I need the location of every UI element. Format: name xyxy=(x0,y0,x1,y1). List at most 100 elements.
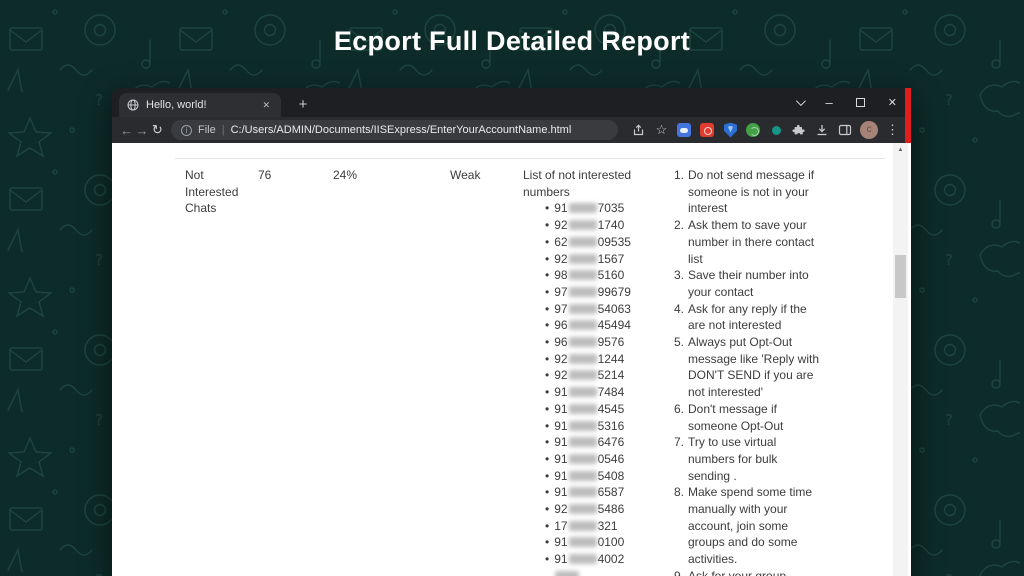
side-panel-icon[interactable] xyxy=(837,122,854,139)
phone-prefix: 91 xyxy=(554,469,567,483)
blurred-digits xyxy=(569,320,597,330)
bullet-icon: • xyxy=(545,201,549,215)
phone-prefix: 62 xyxy=(554,235,567,249)
phone-number-item: •9754063 xyxy=(523,301,668,318)
phone-suffix: 4002 xyxy=(598,552,625,566)
phone-prefix: 91 xyxy=(554,485,567,499)
bullet-icon: • xyxy=(545,535,549,549)
phone-prefix: 91 xyxy=(554,201,567,215)
url-separator: | xyxy=(222,124,225,136)
phone-number-item: •916476 xyxy=(523,434,668,451)
reload-icon[interactable]: ↻ xyxy=(151,122,164,138)
tip-number: 1. xyxy=(668,167,684,217)
tip-item: 1.Do not send message if someone is not … xyxy=(668,167,820,217)
extensions-puzzle-icon[interactable] xyxy=(791,122,808,139)
browser-tab[interactable]: Hello, world! ✕ xyxy=(119,93,281,117)
bullet-icon: • xyxy=(545,419,549,433)
table-row: Not Interested Chats 76 24% Weak List of… xyxy=(185,167,820,576)
tip-number: 9. xyxy=(668,568,684,576)
extension-icon-red[interactable] xyxy=(699,122,716,139)
tip-text: Don't message if someone Opt-Out xyxy=(688,401,820,434)
tab-close-icon[interactable]: ✕ xyxy=(259,98,273,113)
url-path: C:/Users/ADMIN/Documents/IISExpress/Ente… xyxy=(231,124,572,136)
tip-item: 4.Ask for any reply if the are not inter… xyxy=(668,301,820,334)
address-bar[interactable]: i File | C:/Users/ADMIN/Documents/IISExp… xyxy=(171,120,618,140)
tab-title: Hello, world! xyxy=(146,99,259,111)
scroll-up-icon[interactable]: ▲ xyxy=(893,143,908,153)
scrollbar-thumb[interactable] xyxy=(895,255,906,298)
tip-text: Always put Opt-Out message like 'Reply w… xyxy=(688,334,820,401)
bullet-icon: • xyxy=(545,452,549,466)
browser-tabstrip: Hello, world! ✕ + – ✕ xyxy=(112,88,911,117)
bullet-icon: • xyxy=(545,402,549,416)
profile-avatar[interactable]: c xyxy=(860,121,878,139)
phone-number-item: •921244 xyxy=(523,351,668,368)
download-icon[interactable] xyxy=(814,122,831,139)
page-scrollbar[interactable]: ▲ xyxy=(893,143,908,576)
globe-icon xyxy=(127,99,139,111)
phone-suffix: 1567 xyxy=(598,252,625,266)
phone-suffix: 45494 xyxy=(598,318,631,332)
phone-number-item: •6209535 xyxy=(523,234,668,251)
bullet-icon: • xyxy=(545,218,549,232)
phone-suffix: 1740 xyxy=(598,218,625,232)
blurred-digits xyxy=(569,254,597,264)
new-tab-button[interactable]: + xyxy=(292,94,314,116)
numbers-list: •917035•921740•6209535•921567•985160•979… xyxy=(523,200,668,576)
phone-suffix: 7484 xyxy=(598,385,625,399)
tip-item: 9.Ask for your group members to same you… xyxy=(668,568,820,576)
tip-number: 3. xyxy=(668,267,684,300)
bullet-icon: • xyxy=(545,318,549,332)
blurred-digits xyxy=(569,537,597,547)
phone-prefix: 92 xyxy=(554,352,567,366)
tip-text: Make spend some time manually with your … xyxy=(688,484,820,568)
count-cell: 76 xyxy=(258,167,333,184)
tip-number: 4. xyxy=(668,301,684,334)
phone-suffix: 5486 xyxy=(598,502,625,516)
tip-item: 2.Ask them to save your number in there … xyxy=(668,217,820,267)
tip-item: 5.Always put Opt-Out message like 'Reply… xyxy=(668,334,820,401)
phone-number-item: •925214 xyxy=(523,367,668,384)
phone-number-item: •9799679 xyxy=(523,284,668,301)
phone-suffix: 0100 xyxy=(598,535,625,549)
maximize-button[interactable] xyxy=(856,98,865,107)
phone-prefix: 91 xyxy=(554,402,567,416)
percent-cell: 24% xyxy=(333,167,450,184)
phone-prefix: 96 xyxy=(554,335,567,349)
blurred-digits xyxy=(569,370,597,380)
bullet-icon: • xyxy=(545,335,549,349)
bullet-icon: • xyxy=(545,352,549,366)
recording-indicator-strip xyxy=(905,88,911,143)
page-info-icon[interactable]: i xyxy=(181,125,192,136)
tip-item: 7.Try to use virtual numbers for bulk se… xyxy=(668,434,820,484)
phone-suffix: 99679 xyxy=(598,285,631,299)
browser-toolbar: ← → ↻ i File | C:/Users/ADMIN/Documents/… xyxy=(112,117,911,143)
bullet-icon: • xyxy=(545,385,549,399)
tip-item: 8.Make spend some time manually with you… xyxy=(668,484,820,568)
extension-icon-blue[interactable] xyxy=(676,122,693,139)
phone-number-item: •17321 xyxy=(523,518,668,535)
phone-suffix: 5160 xyxy=(598,268,625,282)
bullet-icon: • xyxy=(545,485,549,499)
extension-icon-shield[interactable] xyxy=(722,122,739,139)
share-icon[interactable] xyxy=(630,122,647,139)
forward-icon[interactable]: → xyxy=(135,123,148,138)
phone-number-item: •914002 xyxy=(523,551,668,568)
numbers-cell: List of not interested numbers •917035•9… xyxy=(523,167,668,576)
bookmark-star-icon[interactable]: ☆ xyxy=(653,122,670,139)
phone-prefix: 92 xyxy=(554,252,567,266)
phone-prefix: 97 xyxy=(554,285,567,299)
minimize-button[interactable]: – xyxy=(826,98,833,108)
phone-number-item: •910546 xyxy=(523,451,668,468)
tip-text: Save their number into your contact xyxy=(688,267,820,300)
extension-icon-green[interactable] xyxy=(745,122,762,139)
phone-number-item: •915316 xyxy=(523,418,668,435)
browser-menu-icon[interactable]: ⋮ xyxy=(884,122,901,139)
back-icon[interactable]: ← xyxy=(120,123,133,138)
phone-prefix: 92 xyxy=(554,368,567,382)
extension-icon-teal[interactable] xyxy=(768,122,785,139)
tab-search-chevron-icon[interactable] xyxy=(796,96,806,106)
close-window-button[interactable]: ✕ xyxy=(888,96,897,109)
bullet-icon: • xyxy=(545,302,549,316)
bullet-icon: • xyxy=(545,519,549,533)
